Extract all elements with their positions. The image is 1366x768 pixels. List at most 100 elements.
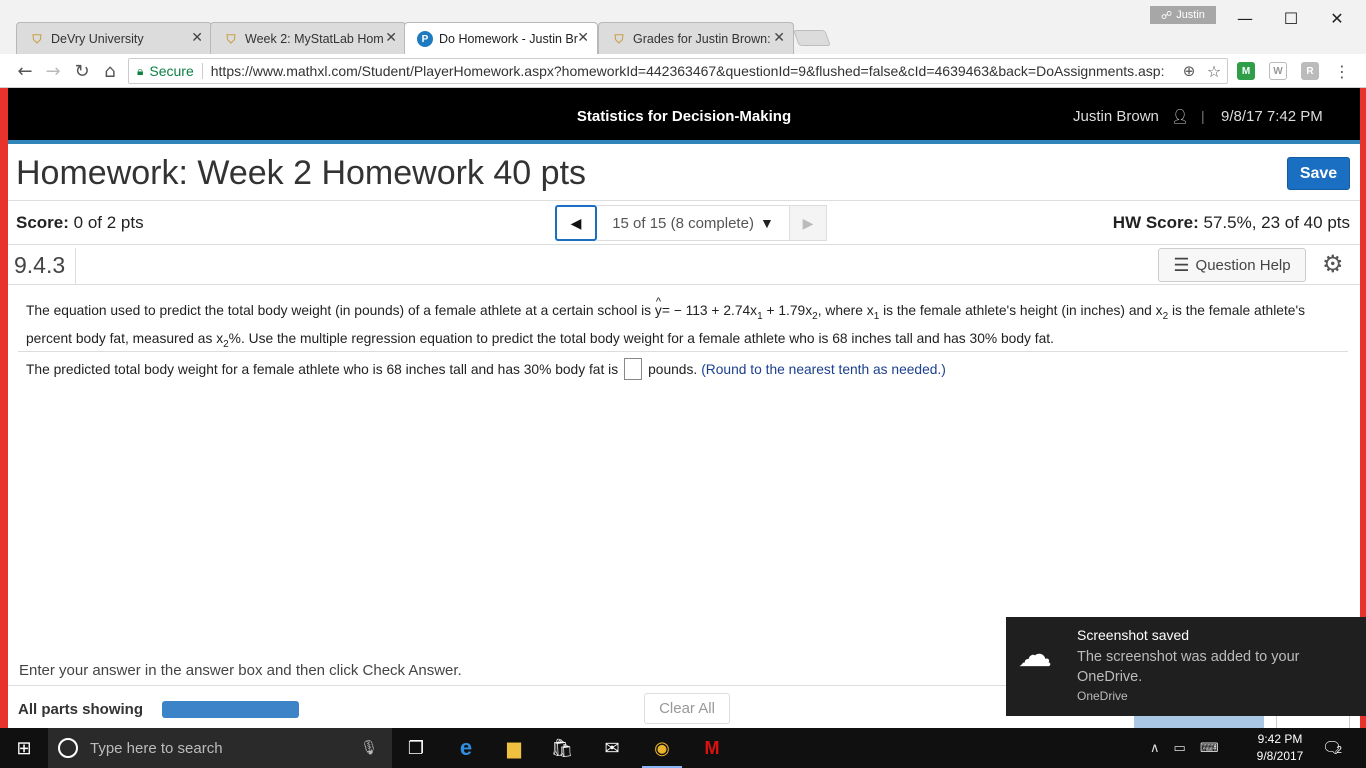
secure-label: Secure — [149, 63, 194, 79]
question-selector[interactable]: 15 of 15 (8 complete) ▼ — [597, 205, 789, 241]
hw-score: HW Score: 57.5%, 23 of 40 pts — [1113, 213, 1350, 233]
address-bar[interactable]: 🔒︎ Secure https://www.mathxl.com/Student… — [128, 58, 1228, 84]
footer-button[interactable] — [1276, 715, 1350, 728]
question-part: %. Use the multiple regression equation … — [228, 330, 1054, 346]
gear-icon[interactable]: ⚙ — [1322, 250, 1344, 278]
extension-w-icon[interactable]: W — [1269, 62, 1287, 80]
home-icon[interactable]: ⌂ — [99, 60, 121, 82]
instruction-text: Enter your answer in the answer box and … — [19, 662, 462, 679]
close-icon[interactable]: ✕ — [773, 30, 785, 46]
extension-m-icon[interactable]: M — [1237, 62, 1255, 80]
profile-icon: ☍ — [1161, 9, 1173, 22]
round-note: (Round to the nearest tenth as needed.) — [701, 361, 946, 377]
chrome-icon[interactable]: ◉ — [638, 728, 686, 768]
question-help-button[interactable]: ☰ Question Help — [1158, 248, 1306, 282]
clear-all-button[interactable]: Clear All — [644, 693, 730, 724]
tab-label: Grades for Justin Brown: — [633, 31, 771, 46]
answer-line: The predicted total body weight for a fe… — [26, 358, 946, 380]
divider — [201, 63, 203, 79]
page-title: Homework: Week 2 Homework 40 pts — [16, 154, 587, 192]
edge-icon[interactable]: e — [442, 728, 490, 768]
equation-part: = − 113 + 2.74x — [661, 303, 758, 318]
cloud-icon: ☁ — [1018, 635, 1052, 675]
close-window-button[interactable]: ✕ — [1314, 6, 1360, 30]
question-part: is the female athlete's height (in inche… — [879, 303, 1163, 318]
lock-icon: 🔒︎ — [137, 63, 144, 78]
new-tab-button[interactable] — [793, 30, 831, 46]
file-explorer-icon[interactable]: ▆ — [490, 728, 538, 768]
forward-arrow-icon[interactable]: → — [42, 60, 64, 82]
next-question-button[interactable]: ▶ — [789, 205, 827, 241]
clock-date: 9/8/2017 — [1256, 749, 1304, 763]
extension-r-icon[interactable]: R — [1301, 62, 1319, 80]
maximize-button[interactable]: ☐ — [1268, 6, 1314, 30]
triangle-right-icon: ▶ — [802, 214, 814, 231]
question-part: The equation used to predict the total b… — [26, 303, 655, 318]
task-view-icon[interactable]: ❐ — [392, 728, 440, 768]
tab-label: DeVry University — [51, 31, 144, 46]
save-button[interactable]: Save — [1287, 157, 1350, 190]
mcafee-icon[interactable]: M — [688, 728, 736, 768]
url-text[interactable]: https://www.mathxl.com/Student/PlayerHom… — [211, 63, 1171, 79]
question-number: 9.4.3 — [14, 252, 66, 278]
tab-devry[interactable]: ⛉ DeVry University ✕ — [16, 22, 212, 54]
triangle-left-icon: ◀ — [570, 214, 582, 231]
profile-name: Justin — [1176, 9, 1205, 21]
zoom-icon[interactable]: ⊕ — [1178, 60, 1200, 82]
minimize-button[interactable]: — — [1222, 6, 1268, 30]
chevron-up-icon[interactable]: ∧ — [1150, 740, 1160, 756]
bookmark-star-icon[interactable]: ☆ — [1203, 60, 1225, 82]
close-icon[interactable]: ✕ — [577, 30, 589, 46]
power-icon[interactable]: ▭ — [1174, 740, 1186, 756]
onedrive-toast[interactable]: ☁ Screenshot saved The screenshot was ad… — [1006, 617, 1366, 716]
search-placeholder: Type here to search — [90, 739, 223, 757]
question-selector-label: 15 of 15 (8 complete) — [612, 214, 754, 232]
mail-icon[interactable]: ✉ — [588, 728, 636, 768]
pearson-icon: P — [417, 31, 433, 47]
divider — [8, 200, 1360, 201]
tab-mystatlab[interactable]: ⛉ Week 2: MyStatLab Hom ✕ — [210, 22, 406, 54]
caret-down-icon: ▼ — [759, 215, 774, 231]
equation-part: + 1.79x — [762, 303, 813, 318]
site-header: Statistics for Decision-Making Justin Br… — [8, 88, 1360, 144]
answer-suffix: pounds. — [648, 361, 698, 377]
store-icon[interactable]: 🛍︎ — [538, 728, 586, 768]
shield-icon: ⛉ — [32, 31, 42, 46]
header-divider: | — [1201, 108, 1205, 124]
tab-label: Week 2: MyStatLab Hom — [245, 31, 384, 46]
close-icon[interactable]: ✕ — [191, 30, 203, 46]
tab-label: Do Homework - Justin Br — [439, 31, 578, 46]
answer-input[interactable] — [624, 358, 643, 380]
notification-count: 2 — [1336, 745, 1342, 756]
previous-question-button[interactable]: ◀ — [555, 205, 597, 241]
divider — [8, 284, 1360, 285]
question-part: , where x — [817, 303, 874, 318]
divider — [8, 244, 1360, 245]
menu-dots-icon[interactable]: ⋮ — [1331, 60, 1353, 82]
check-answer-button[interactable] — [1134, 715, 1264, 728]
header-datetime: 9/8/17 7:42 PM — [1221, 108, 1323, 125]
shield-icon: ⛉ — [226, 31, 236, 46]
windows-start-icon[interactable]: ⊞ — [0, 728, 48, 768]
score: Score: 0 of 2 pts — [16, 213, 144, 233]
taskbar-search[interactable]: Type here to search 🎙︎ — [48, 728, 392, 768]
y-hat: y — [655, 291, 662, 322]
keyboard-icon[interactable]: ⌨ — [1200, 740, 1219, 756]
user-icon: 👤︎ — [1171, 108, 1189, 124]
profile-button[interactable]: ☍ Justin — [1150, 6, 1216, 24]
parts-progress-bar — [162, 701, 299, 718]
notification-icon[interactable]: 🗨︎2 — [1322, 738, 1342, 758]
cortana-icon — [58, 738, 78, 758]
taskbar-clock[interactable]: 9:42 PM 9/8/2017 — [1252, 731, 1308, 765]
score-label: Score: — [16, 213, 69, 232]
tab-do-homework[interactable]: P Do Homework - Justin Br ✕ — [404, 22, 598, 54]
reload-icon[interactable]: ↻ — [71, 60, 93, 82]
toast-title: Screenshot saved — [1077, 627, 1190, 643]
close-icon[interactable]: ✕ — [385, 30, 397, 46]
list-icon: ☰ — [1173, 254, 1190, 275]
question-navigator: ◀ 15 of 15 (8 complete) ▼ ▶ — [555, 205, 827, 241]
toast-body: The screenshot was added to your OneDriv… — [1077, 649, 1300, 685]
tab-grades[interactable]: ⛉ Grades for Justin Brown: ✕ — [598, 22, 794, 54]
microphone-icon[interactable]: 🎙︎ — [360, 739, 378, 756]
back-arrow-icon[interactable]: ← — [14, 60, 36, 82]
